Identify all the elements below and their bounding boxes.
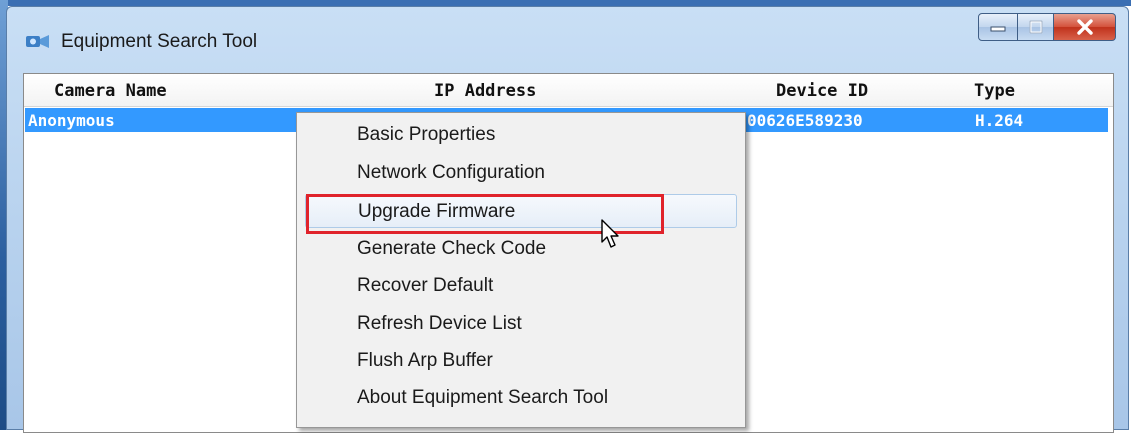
column-header-type[interactable]: Type — [974, 81, 1015, 101]
menu-item-network-configuration[interactable]: Network Configuration — [305, 156, 737, 190]
title-bar[interactable]: Equipment Search Tool — [7, 7, 1128, 73]
minimize-button[interactable] — [978, 13, 1018, 41]
menu-item-refresh-device-list[interactable]: Refresh Device List — [305, 307, 737, 341]
list-header: Camera Name IP Address Device ID Type — [24, 74, 1113, 107]
minimize-icon — [990, 26, 1006, 32]
context-menu: Basic Properties Network Configuration U… — [296, 112, 746, 428]
mouse-pointer-icon — [601, 219, 619, 248]
menu-item-label: Flush Arp Buffer — [357, 350, 493, 371]
column-header-camera-name[interactable]: Camera Name — [54, 81, 167, 101]
menu-item-basic-properties[interactable]: Basic Properties — [305, 118, 737, 152]
menu-item-generate-check-code[interactable]: Generate Check Code — [305, 232, 737, 266]
column-header-ip-address[interactable]: IP Address — [434, 81, 536, 101]
close-icon — [1076, 19, 1093, 35]
close-button[interactable] — [1054, 13, 1116, 41]
menu-item-label: Basic Properties — [357, 124, 496, 145]
camera-network-icon — [26, 35, 49, 48]
cell-camera-name: Anonymous — [28, 111, 115, 130]
menu-item-about-equipment-search-tool[interactable]: About Equipment Search Tool — [305, 381, 737, 415]
menu-item-label: Network Configuration — [357, 162, 545, 183]
cell-type: H.264 — [975, 111, 1024, 130]
menu-item-label: Refresh Device List — [357, 313, 522, 334]
menu-item-label: About Equipment Search Tool — [357, 387, 609, 408]
window-title: Equipment Search Tool — [61, 31, 258, 52]
cell-device-id: 00626E589230 — [747, 111, 863, 130]
menu-item-recover-default[interactable]: Recover Default — [305, 269, 737, 303]
menu-item-label: Recover Default — [357, 275, 494, 296]
window-controls — [978, 13, 1116, 43]
menu-item-label: Generate Check Code — [357, 238, 547, 259]
maximize-icon — [1029, 20, 1042, 34]
column-header-device-id[interactable]: Device ID — [776, 81, 868, 101]
menu-item-flush-arp-buffer[interactable]: Flush Arp Buffer — [305, 344, 737, 378]
maximize-button[interactable] — [1018, 13, 1054, 41]
